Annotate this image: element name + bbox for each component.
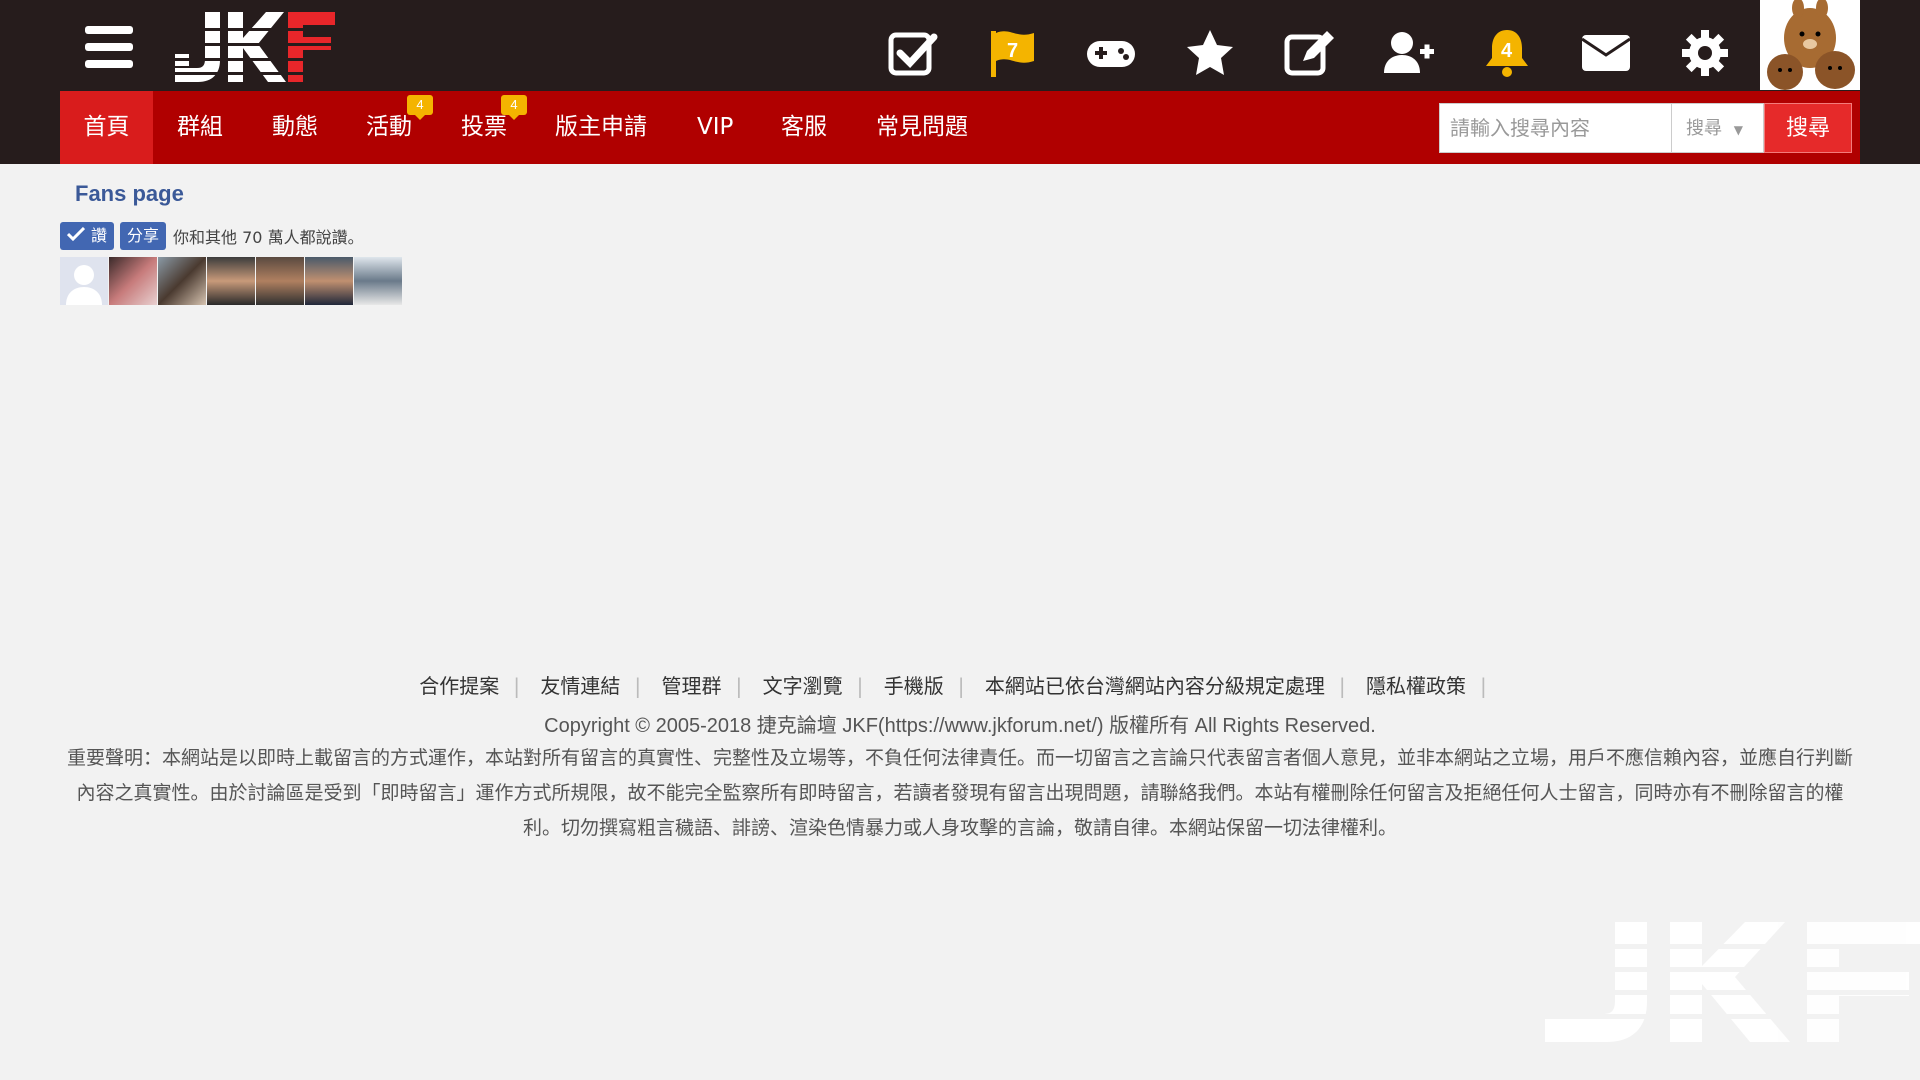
disclaimer-text: 重要聲明：本網站是以即時上載留言的方式運作，本站對所有留言的真實性、完整性及立場… [66, 747, 1853, 839]
footer-link[interactable]: 管理群 [662, 674, 722, 698]
checkbox-icon[interactable] [880, 20, 946, 86]
share-button[interactable]: 分享 [120, 222, 167, 250]
fans-page-title[interactable]: Fans page [75, 181, 184, 207]
fan-avatar[interactable] [158, 257, 206, 305]
fan-avatar[interactable] [256, 257, 304, 305]
bell-icon[interactable]: 4 [1474, 20, 1540, 86]
user-avatar[interactable] [1760, 0, 1860, 90]
mail-icon[interactable] [1573, 20, 1639, 86]
fan-avatar[interactable] [60, 257, 108, 305]
nav-vip[interactable]: VIP [697, 91, 733, 164]
star-icon[interactable] [1177, 20, 1243, 86]
copyright-text: Copyright © 2005-2018 捷克論壇 JKF(https://w… [544, 715, 1376, 737]
footer-link[interactable]: 合作提案 [419, 674, 499, 698]
like-button[interactable]: 讚 [60, 222, 115, 250]
search-placeholder: 請輸入搜尋內容 [1450, 116, 1590, 140]
nav-events-badge: 4 [407, 95, 433, 120]
footer-link[interactable]: 手機版 [884, 674, 944, 698]
nav-support[interactable]: 客服 [781, 91, 827, 164]
hamburger-menu-icon[interactable] [85, 26, 133, 72]
top-header: 7 4 首頁 群組 動態 活動 4 投票 4 版主申請 VIP 客服 常見問題 … [0, 0, 1920, 164]
flag-icon[interactable]: 7 [979, 20, 1045, 86]
nav-moderator-apply[interactable]: 版主申請 [555, 91, 647, 164]
jkf-watermark-logo [1545, 922, 1920, 1042]
check-icon [66, 222, 86, 250]
fan-avatars [60, 257, 403, 305]
jkf-logo[interactable] [170, 12, 335, 82]
like-count-text: 你和其他 70 萬人都說讚。 [173, 228, 364, 247]
gear-icon[interactable] [1672, 20, 1738, 86]
nav-faq[interactable]: 常見問題 [876, 91, 968, 164]
chevron-down-icon: ▼ [1733, 123, 1743, 137]
add-friend-icon[interactable] [1375, 20, 1441, 86]
footer-link[interactable]: 本網站已依台灣網站內容分級規定處理 [985, 674, 1325, 698]
bell-badge: 4 [1501, 40, 1513, 62]
fan-avatar[interactable] [354, 257, 402, 305]
facebook-like-row: 讚 分享 你和其他 70 萬人都說讚。 [60, 221, 364, 251]
nav-home[interactable]: 首頁 [60, 91, 153, 164]
main-nav: 首頁 群組 動態 活動 4 投票 4 版主申請 VIP 客服 常見問題 [60, 91, 1413, 164]
footer-links: 合作提案 | 友情連結 | 管理群 | 文字瀏覽 | 手機版 | 本網站已依台灣網站內容分… [419, 674, 1487, 698]
footer-link[interactable]: 文字瀏覽 [763, 674, 843, 698]
search-bar: 請輸入搜尋內容 搜尋 ▼ 搜尋 [1413, 91, 1860, 164]
edit-icon[interactable] [1276, 20, 1342, 86]
footer-link[interactable]: 友情連結 [540, 674, 620, 698]
like-label: 讚 [91, 226, 108, 245]
fan-avatar[interactable] [305, 257, 353, 305]
footer-link[interactable]: 隱私權政策 [1366, 674, 1466, 698]
flag-badge: 7 [1007, 40, 1019, 62]
search-type-label: 搜尋 [1686, 118, 1722, 139]
nav-events[interactable]: 活動 [366, 91, 412, 164]
nav-activity-feed[interactable]: 動態 [272, 91, 318, 164]
search-type-select[interactable]: 搜尋 ▼ [1672, 103, 1764, 153]
nav-groups[interactable]: 群組 [177, 91, 223, 164]
fan-avatar[interactable] [207, 257, 255, 305]
search-input[interactable]: 請輸入搜尋內容 [1439, 103, 1672, 153]
nav-vote-badge: 4 [501, 95, 527, 120]
gamepad-icon[interactable] [1078, 20, 1144, 86]
fan-avatar[interactable] [109, 257, 157, 305]
search-button[interactable]: 搜尋 [1764, 103, 1852, 153]
